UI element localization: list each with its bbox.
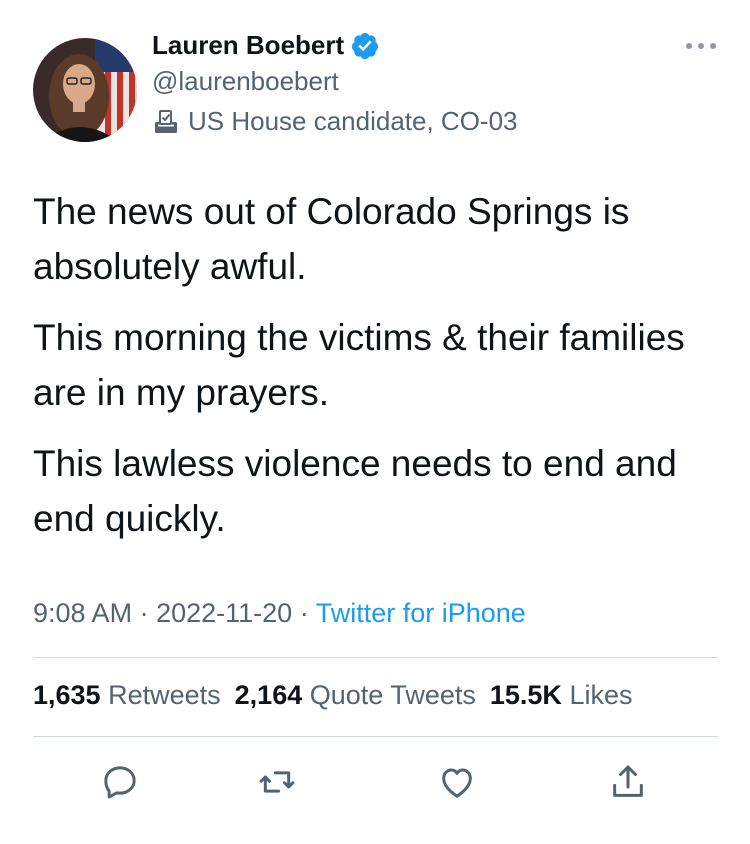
quotes-count: 2,164 xyxy=(234,680,303,710)
likes-label: Likes xyxy=(569,680,633,710)
reply-button[interactable] xyxy=(100,762,140,802)
separator-dot: · xyxy=(299,598,316,628)
share-icon xyxy=(613,765,643,797)
retweets-label: Retweets xyxy=(108,680,221,710)
quotes-stat[interactable]: 2,164 Quote Tweets xyxy=(235,680,476,710)
divider xyxy=(33,657,718,658)
heart-icon xyxy=(442,768,472,798)
share-button[interactable] xyxy=(608,762,648,802)
author-handle[interactable]: @laurenboebert xyxy=(152,66,339,97)
separator-dot: · xyxy=(139,598,157,628)
tweet-paragraph: This lawless violence needs to end and e… xyxy=(33,443,677,539)
quotes-label: Quote Tweets xyxy=(309,680,476,710)
ballot-box-icon xyxy=(152,108,180,136)
more-options-icon[interactable] xyxy=(684,38,718,49)
likes-count: 15.5K xyxy=(489,680,562,710)
tweet-stats: 1,635 Retweets 2,164 Quote Tweets 15.5K Li… xyxy=(33,680,632,711)
retweet-icon xyxy=(259,771,295,793)
tweet-paragraph: The news out of Colorado Springs is abso… xyxy=(33,191,630,287)
verified-badge-icon xyxy=(350,31,380,61)
divider xyxy=(33,736,718,737)
retweets-stat[interactable]: 1,635 Retweets xyxy=(33,680,221,710)
tweet-paragraph: This morning the victims & their familie… xyxy=(33,317,685,413)
tweet-date[interactable]: 2022-11-20 xyxy=(156,598,292,628)
candidate-label: US House candidate, CO-03 xyxy=(152,106,518,137)
author-name-row[interactable]: Lauren Boebert xyxy=(152,30,380,61)
tweet-time[interactable]: 9:08 AM xyxy=(33,598,132,628)
candidate-label-text: US House candidate, CO-03 xyxy=(188,106,518,136)
reply-icon xyxy=(104,766,136,799)
author-name[interactable]: Lauren Boebert xyxy=(152,30,344,61)
like-button[interactable] xyxy=(437,762,477,802)
avatar[interactable] xyxy=(33,38,137,142)
tweet-text: The news out of Colorado Springs is abso… xyxy=(33,184,723,562)
tweet-meta: 9:08 AM · 2022-11-20 · Twitter for iPhon… xyxy=(33,598,526,629)
likes-stat[interactable]: 15.5K Likes xyxy=(490,680,633,710)
retweet-button[interactable] xyxy=(257,762,297,802)
tweet-source[interactable]: Twitter for iPhone xyxy=(316,598,526,628)
retweets-count: 1,635 xyxy=(33,680,101,710)
